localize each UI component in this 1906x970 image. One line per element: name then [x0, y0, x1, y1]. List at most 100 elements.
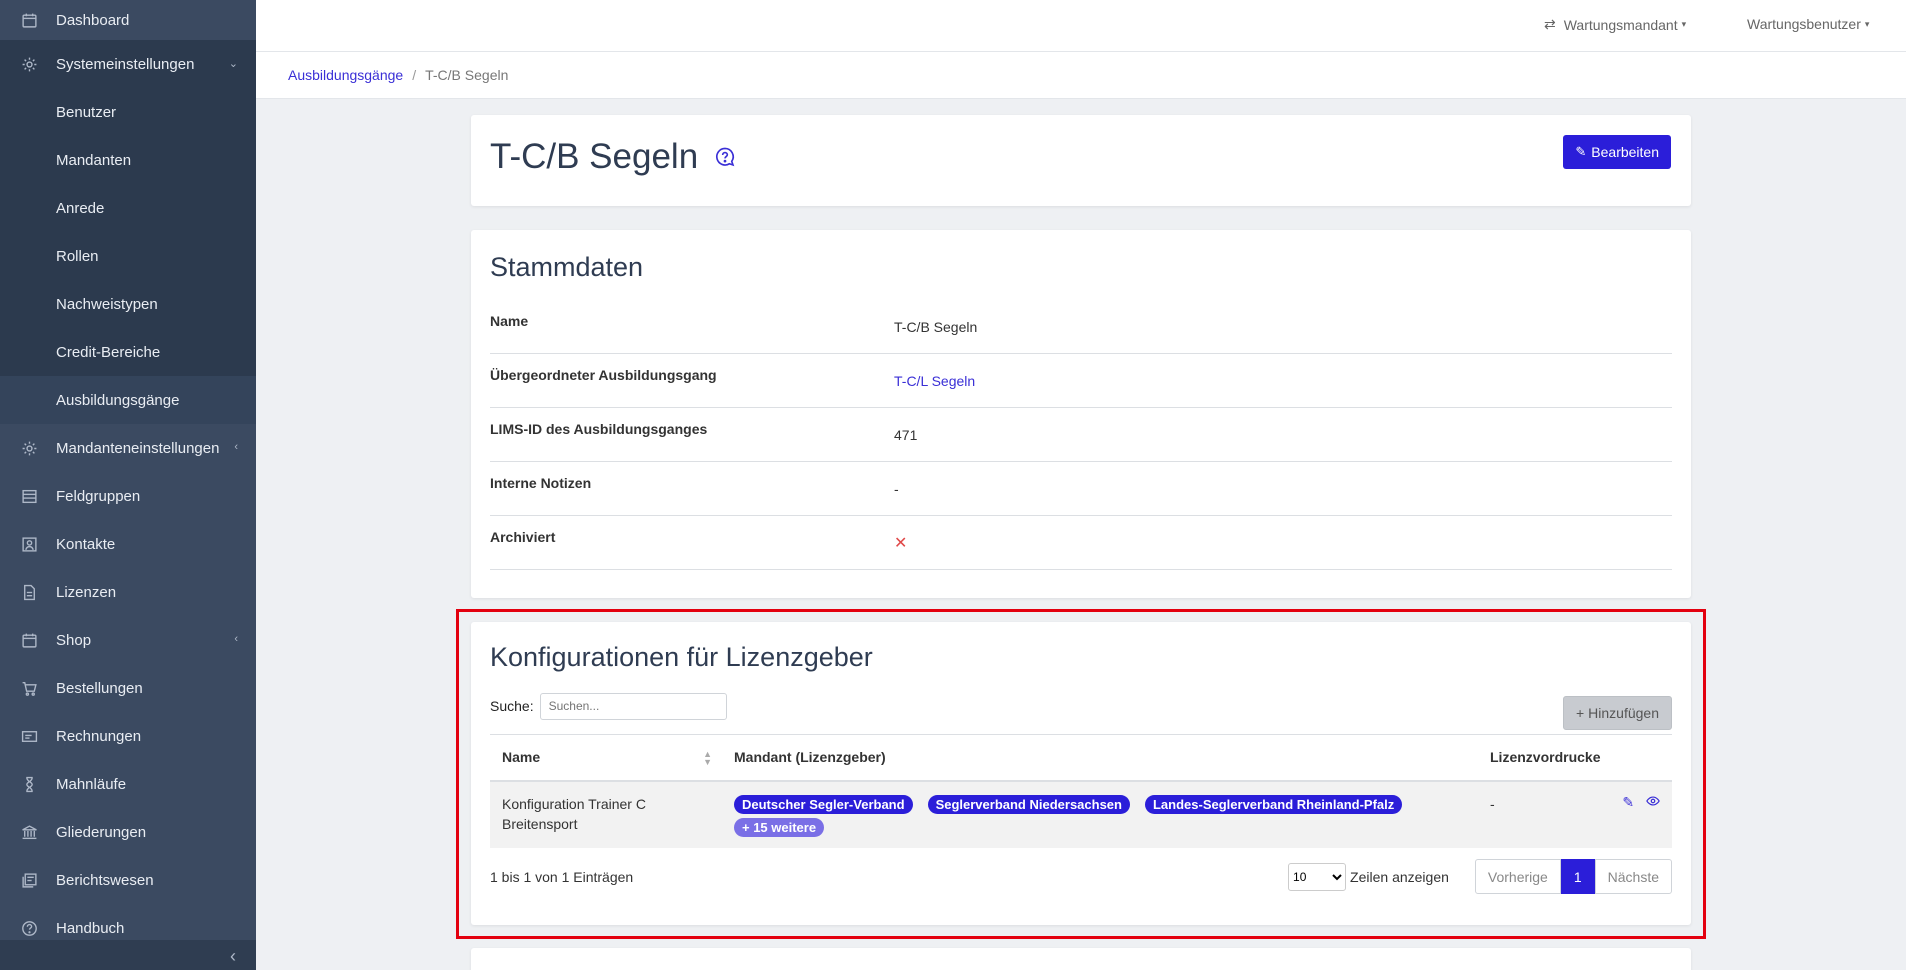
parent-course-link[interactable]: T-C/L Segeln: [894, 373, 975, 389]
sidebar-item-label: Benutzer: [56, 103, 117, 121]
detail-label: LIMS-ID des Ausbildungsganges: [490, 420, 708, 437]
chevron-down-icon: ⌄: [228, 58, 238, 70]
plus-icon: +: [1575, 705, 1585, 721]
detail-row-parent: Übergeordneter Ausbildungsgang T-C/L Seg…: [490, 354, 1672, 408]
cart-icon: [20, 679, 38, 697]
sidebar-item-label: Shop: [56, 631, 92, 649]
sidebar-item-berichtswesen[interactable]: Berichtswesen: [0, 856, 256, 904]
sidebar-item-label: Feldgruppen: [56, 487, 141, 505]
sidebar-item-label: Dashboard: [56, 11, 130, 29]
next-page-button[interactable]: Nächste: [1594, 859, 1672, 894]
sidebar-item-rollen[interactable]: Rollen: [0, 232, 256, 280]
cell-lizenzvordrucke: - ✎: [1478, 780, 1672, 848]
sidebar-item-kontakte[interactable]: Kontakte: [0, 520, 256, 568]
contact-icon: [20, 535, 38, 553]
title-card: T-C/B Segeln ✎ Bearbeiten: [471, 115, 1691, 206]
caret-down-icon: ▾: [1681, 19, 1687, 29]
add-button[interactable]: + Hinzufügen: [1562, 696, 1672, 730]
detail-row-notes: Interne Notizen -: [490, 462, 1672, 516]
sidebar-item-label: Handbuch: [56, 919, 125, 937]
detail-label: Interne Notizen: [490, 474, 592, 491]
pencil-icon: ✎: [1575, 144, 1587, 159]
table-row: Konfiguration Trainer C Breitensport Deu…: [490, 780, 1672, 848]
sidebar-item-label: Rechnungen: [56, 727, 142, 745]
page-1-button[interactable]: 1: [1560, 859, 1595, 894]
document-icon: [20, 583, 38, 601]
breadcrumb: Ausbildungsgänge / T-C/B Segeln: [256, 52, 1906, 99]
sidebar: Dashboard Systemeinstellungen ⌄ Benutzer…: [0, 0, 256, 970]
column-header-lizenzvordrucke: Lizenzvordrucke: [1478, 734, 1672, 782]
pencil-icon[interactable]: ✎: [1622, 794, 1634, 810]
konfigurationen-table: Name ▲ ▼ Mandant (Lizenzgeber) Lizenzvord…: [490, 734, 1672, 848]
calendar-icon: [20, 11, 38, 29]
hourglass-icon: [20, 775, 38, 793]
previous-page-button[interactable]: Vorherige: [1474, 859, 1561, 894]
chevron-left-icon: ‹: [234, 441, 238, 453]
sidebar-item-dashboard[interactable]: Dashboard: [0, 0, 256, 40]
sidebar-item-lizenzen[interactable]: Lizenzen: [0, 568, 256, 616]
bank-icon: [20, 823, 38, 841]
detail-row-name: Name T-C/B Segeln: [490, 300, 1672, 354]
sidebar-item-gliederungen[interactable]: Gliederungen: [0, 808, 256, 856]
page-size-label: Zeilen anzeigen: [1350, 868, 1449, 885]
column-header-label: Mandant (Lizenzgeber): [734, 749, 886, 766]
mandant-switcher[interactable]: ⇄ Wartungsmandant ▾: [1544, 16, 1686, 33]
report-icon: [20, 871, 38, 889]
sidebar-item-mahnlaeufe[interactable]: Mahnläufe: [0, 760, 256, 808]
breadcrumb-parent-link[interactable]: Ausbildungsgänge: [288, 67, 403, 83]
topbar: ⇄ Wartungsmandant ▾ Wartungsbenutzer ▾: [256, 0, 1906, 52]
sidebar-item-bestellungen[interactable]: Bestellungen: [0, 664, 256, 712]
breadcrumb-current: T-C/B Segeln: [425, 67, 509, 83]
more-mandanten-badge[interactable]: + 15 weitere: [734, 817, 825, 837]
user-menu[interactable]: Wartungsbenutzer ▾: [1747, 16, 1869, 32]
page-size-select[interactable]: 10: [1288, 862, 1347, 891]
mandant-badge: Landes-Seglerverband Rheinland-Pfalz: [1144, 794, 1403, 814]
sidebar-item-benutzer[interactable]: Benutzer: [0, 88, 256, 136]
sidebar-item-label: Anrede: [56, 199, 105, 217]
mandant-badge: Deutscher Segler-Verband: [734, 794, 913, 814]
sidebar-item-mandanten[interactable]: Mandanten: [0, 136, 256, 184]
calendar-icon: [20, 631, 38, 649]
sidebar-item-label: Gliederungen: [56, 823, 147, 841]
stammdaten-card: Stammdaten Name T-C/B Segeln Übergeordne…: [471, 230, 1691, 598]
sidebar-item-feldgruppen[interactable]: Feldgruppen: [0, 472, 256, 520]
detail-value: -: [894, 480, 899, 497]
sidebar-item-credit-bereiche[interactable]: Credit-Bereiche: [0, 328, 256, 376]
search-input[interactable]: [539, 692, 727, 720]
list-icon: [20, 487, 38, 505]
detail-row-lims-id: LIMS-ID des Ausbildungsganges 471: [490, 408, 1672, 462]
collapse-sidebar-icon[interactable]: ‹: [230, 946, 236, 967]
invoice-icon: [20, 727, 38, 745]
sidebar-item-systemeinstellungen[interactable]: Systemeinstellungen ⌄: [0, 40, 256, 88]
sidebar-item-label: Systemeinstellungen: [56, 55, 195, 73]
column-header-name[interactable]: Name ▲ ▼: [490, 734, 722, 782]
detail-label: Archiviert: [490, 528, 556, 545]
sidebar-item-label: Nachweistypen: [56, 295, 158, 313]
sidebar-item-rechnungen[interactable]: Rechnungen: [0, 712, 256, 760]
add-button-label: Hinzufügen: [1588, 705, 1659, 721]
sidebar-item-mandanteneinstellungen[interactable]: Mandanteneinstellungen ‹: [0, 424, 256, 472]
detail-row-archived: Archiviert ✕: [490, 516, 1672, 570]
sidebar-item-shop[interactable]: Shop ‹: [0, 616, 256, 664]
lizenzvordrucke-value: -: [1490, 795, 1495, 812]
help-bubble-icon[interactable]: [714, 146, 736, 168]
edit-button[interactable]: ✎ Bearbeiten: [1563, 135, 1671, 169]
pagination: 10 Zeilen anzeigen Vorherige 1 Nächste: [1288, 859, 1672, 894]
detail-value: T-C/B Segeln: [894, 318, 978, 335]
chevron-left-icon: ‹: [234, 633, 238, 645]
search-label: Suche:: [490, 698, 534, 714]
sidebar-item-label: Credit-Bereiche: [56, 343, 161, 361]
column-header-label: Name: [502, 749, 541, 766]
sidebar-item-label: Kontakte: [56, 535, 116, 553]
sidebar-item-nachweistypen[interactable]: Nachweistypen: [0, 280, 256, 328]
mandant-badge: Seglerverband Niedersachsen: [927, 794, 1130, 814]
sidebar-item-ausbildungsgaenge[interactable]: Ausbildungsgänge: [0, 376, 256, 424]
table-info: 1 bis 1 von 1 Einträgen: [490, 868, 634, 885]
konfigurationen-heading: Konfigurationen für Lizenzgeber: [490, 642, 873, 672]
sidebar-item-label: Rollen: [56, 247, 99, 265]
sidebar-item-anrede[interactable]: Anrede: [0, 184, 256, 232]
sidebar-submenu: Benutzer Mandanten Anrede Rollen Nachwei…: [0, 88, 256, 424]
breadcrumb-separator: /: [412, 67, 417, 83]
eye-icon[interactable]: [1646, 794, 1660, 810]
cross-icon: ✕: [894, 534, 908, 552]
